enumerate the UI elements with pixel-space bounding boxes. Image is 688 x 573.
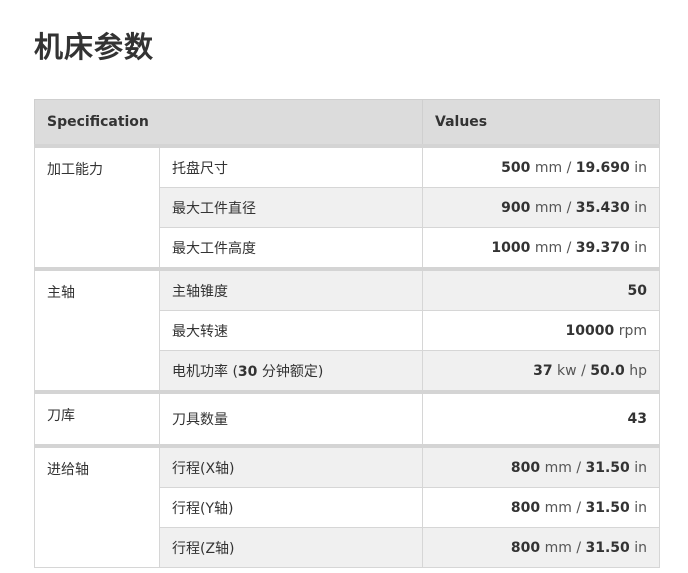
table-row: 刀库 刀具数量 43 (34, 390, 660, 447)
spec-value: 800 mm / 31.50 in (422, 487, 660, 528)
spec-name: 行程(Y轴) (159, 487, 423, 528)
header-values: Values (422, 99, 660, 147)
group-label: 进给轴 (34, 444, 160, 568)
spec-name: 行程(X轴) (159, 444, 423, 488)
spec-name: 最大转速 (159, 310, 423, 351)
spec-table: Specification Values 加工能力 托盘尺寸 500 mm / … (34, 99, 660, 568)
spec-value: 50 (422, 267, 660, 311)
spec-value: 500 mm / 19.690 in (422, 144, 660, 188)
spec-value: 800 mm / 31.50 in (422, 527, 660, 568)
spec-name: 托盘尺寸 (159, 144, 423, 188)
spec-name: 主轴锥度 (159, 267, 423, 311)
table-row: 主轴 主轴锥度 50 (34, 267, 660, 393)
spec-name: 行程(Z轴) (159, 527, 423, 568)
spec-value: 900 mm / 35.430 in (422, 187, 660, 228)
group-label: 主轴 (34, 267, 160, 393)
spec-name: 最大工件直径 (159, 187, 423, 228)
group-label: 刀库 (34, 390, 160, 447)
table-header-row: Specification Values (34, 99, 660, 147)
table-row: 加工能力 托盘尺寸 500 mm / 19.690 in (34, 144, 660, 270)
spec-value: 800 mm / 31.50 in (422, 444, 660, 488)
spec-name: 最大工件高度 (159, 227, 423, 270)
spec-value: 10000 rpm (422, 310, 660, 351)
header-specification: Specification (34, 99, 423, 147)
page-title: 机床参数 (34, 30, 155, 64)
group-label: 加工能力 (34, 144, 160, 270)
spec-name: 电机功率 (30 分钟额定) (159, 350, 423, 393)
spec-name: 刀具数量 (159, 390, 423, 447)
spec-value: 1000 mm / 39.370 in (422, 227, 660, 270)
spec-value: 37 kw / 50.0 hp (422, 350, 660, 393)
table-row: 进给轴 行程(X轴) 800 mm / 31.50 in (34, 444, 660, 568)
spec-value: 43 (422, 390, 660, 447)
